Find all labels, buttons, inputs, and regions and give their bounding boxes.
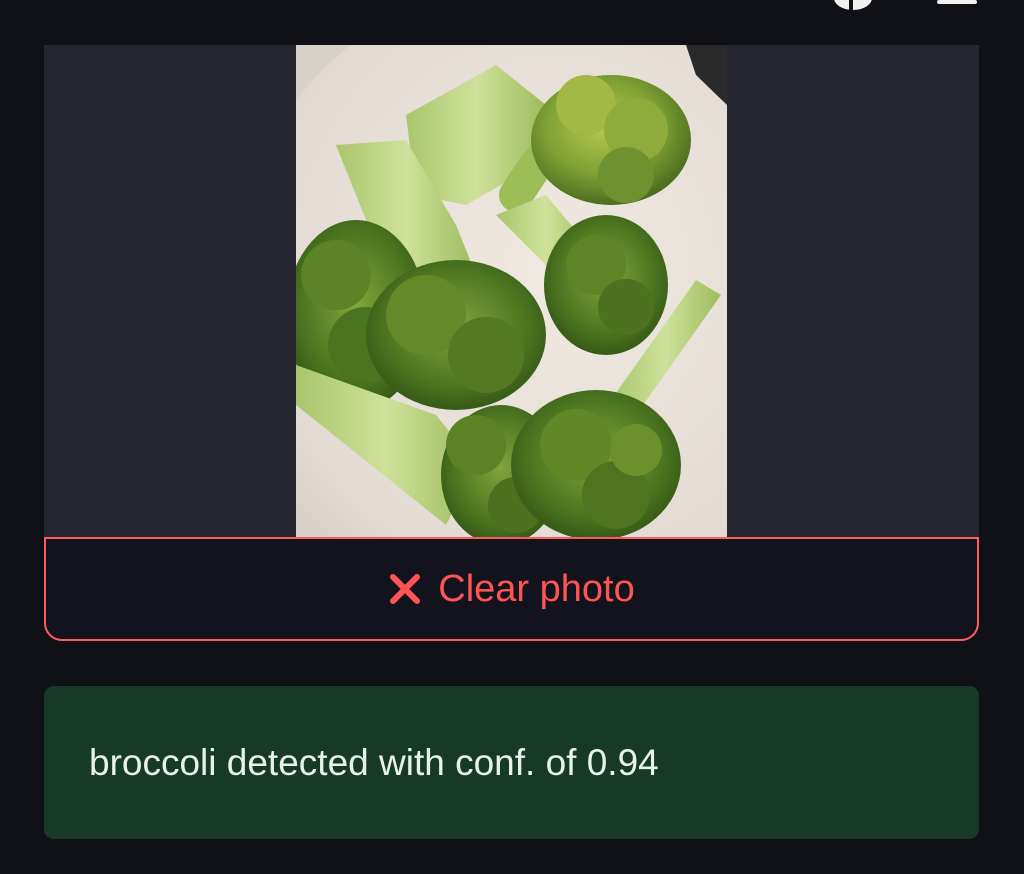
github-icon[interactable] bbox=[834, 0, 872, 10]
clear-photo-button[interactable]: Clear photo bbox=[44, 537, 979, 641]
menu-icon[interactable] bbox=[937, 0, 977, 4]
uploaded-image-panel bbox=[44, 45, 979, 537]
app-page: Clear photo broccoli detected with conf.… bbox=[0, 0, 1024, 874]
clear-photo-label: Clear photo bbox=[438, 567, 635, 610]
broccoli-photo bbox=[296, 45, 727, 537]
close-icon bbox=[388, 572, 422, 606]
detection-result-text: broccoli detected with conf. of 0.94 bbox=[89, 741, 659, 783]
detection-result-alert: broccoli detected with conf. of 0.94 bbox=[44, 686, 979, 839]
